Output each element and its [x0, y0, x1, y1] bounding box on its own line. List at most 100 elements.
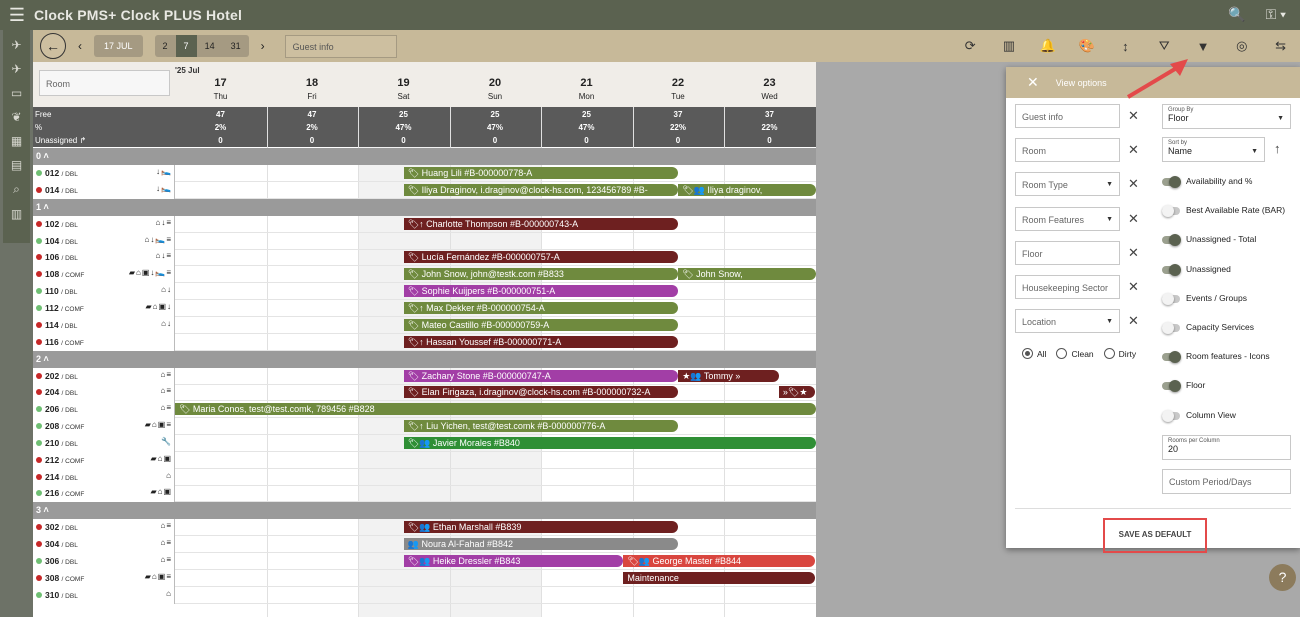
calendar-icon[interactable]: ▦	[11, 134, 22, 148]
room-label[interactable]: 302 / DBL ⌂≡	[33, 519, 175, 537]
booking-bar[interactable]: 🏷↑ Max Dekker #B-000000754-A	[403, 301, 679, 314]
room-label[interactable]: 204 / DBL ⌂≡	[33, 384, 175, 402]
toggle-switch[interactable]: Capacity Services	[1162, 321, 1292, 335]
sort-direction-icon[interactable]: ↑	[1274, 141, 1281, 156]
clear-filter-icon[interactable]: ✕	[1128, 142, 1139, 158]
booking-bar[interactable]: 👥 Noura Al-Fahad #B842	[403, 538, 679, 551]
booking-bar[interactable]: 🏷👥 Heike Dressler #B843	[403, 555, 624, 567]
floor-group-header[interactable]: 1 ˄	[33, 198, 816, 216]
group-by-select[interactable]: Group By Floor ▼	[1162, 104, 1291, 129]
custom-period-input[interactable]: Custom Period/Days	[1162, 469, 1291, 494]
bed-icon[interactable]: ▭	[11, 86, 22, 100]
clear-filter-icon[interactable]: ✕	[1128, 108, 1139, 124]
day-option-31[interactable]: 31	[222, 35, 249, 57]
booking-bar[interactable]: 🏷 Lucía Fernández #B-000000757-A	[403, 251, 679, 264]
day-option-7[interactable]: 7	[175, 35, 197, 57]
leaf-icon[interactable]: ❦	[11, 110, 21, 124]
guest-search-input[interactable]: Guest info	[284, 34, 397, 58]
booking-bar[interactable]: 🏷👥 Javier Morales #B840	[403, 436, 816, 449]
floor-group-header[interactable]: 0 ˄	[33, 148, 816, 165]
toggle-switch[interactable]: Floor	[1162, 379, 1292, 393]
toggle-switch[interactable]: Room features - Icons	[1162, 350, 1292, 364]
toggle-switch[interactable]: Events / Groups	[1162, 292, 1292, 306]
arrivals-icon[interactable]: ✈	[11, 38, 21, 52]
room-label[interactable]: 102 / DBL ⌂↓≡	[33, 215, 175, 233]
prev-icon[interactable]: ‹	[66, 39, 94, 53]
booking-bar[interactable]: 🏷↑ Hassan Youssef #B-000000771-A	[403, 335, 679, 348]
room-label[interactable]: 212 / COMF ▰⌂▣	[33, 451, 175, 469]
help-icon[interactable]: ?	[1269, 564, 1296, 591]
booking-bar[interactable]: 🏷 Huang Lili #B-000000778-A	[403, 167, 679, 179]
filter-input[interactable]: Room Type ▼	[1015, 172, 1120, 197]
booking-bar[interactable]: 🏷 Iliya Draginov, i.draginov@clock-hs.co…	[403, 183, 679, 196]
booking-bar[interactable]: 🏷 Maria Conos, test@test.comk, 789456 #B…	[175, 403, 816, 416]
columns-icon[interactable]: ▥	[990, 38, 1029, 54]
room-label[interactable]: 202 / DBL ⌂≡	[33, 367, 175, 385]
radio-all[interactable]: All	[1022, 348, 1046, 359]
clear-filter-icon[interactable]: ✕	[1128, 245, 1139, 261]
filter-input[interactable]: Room Features ▼	[1015, 206, 1120, 231]
room-label[interactable]: 108 / COMF ▰⌂▣↓🛌≡	[33, 266, 175, 284]
room-label[interactable]: 116 / COMF	[33, 333, 175, 351]
room-label[interactable]: 304 / DBL ⌂≡	[33, 536, 175, 554]
booking-bar[interactable]: 🏷👥 Ethan Marshall #B839	[403, 521, 679, 534]
room-label[interactable]: 308 / COMF ▰⌂▣≡	[33, 569, 175, 587]
toggle-switch[interactable]: Column View	[1162, 409, 1292, 423]
booking-bar[interactable]: 🏷 Elan Firigaza, i.draginov@clock-hs.com…	[403, 386, 679, 399]
search-icon[interactable]: ⌕	[13, 182, 20, 197]
room-label[interactable]: 114 / DBL ⌂↓	[33, 316, 175, 334]
toggle-switch[interactable]: Best Available Rate (BAR)	[1162, 204, 1292, 218]
menu-icon[interactable]: ☰	[0, 5, 34, 26]
day-option-14[interactable]: 14	[196, 35, 223, 57]
booking-bar[interactable]: 🏷👥 Iliya draginov,	[678, 183, 816, 196]
departures-icon[interactable]: ✈	[11, 62, 21, 76]
room-label[interactable]: 014 / DBL ↓🛌	[33, 181, 175, 199]
room-label[interactable]: 012 / DBL ↓🛌	[33, 165, 175, 182]
date-button[interactable]: 17 JUL	[94, 35, 143, 57]
filter-input[interactable]: Guest info	[1015, 104, 1120, 128]
target-icon[interactable]: ◎	[1222, 38, 1261, 54]
booking-bar[interactable]: 🏷 Mateo Castillo #B-000000759-A	[403, 318, 679, 331]
room-label[interactable]: 214 / DBL ⌂	[33, 468, 175, 486]
swap-icon[interactable]: ⇆	[1261, 38, 1300, 54]
search-icon[interactable]: 🔍	[1228, 6, 1245, 23]
sort-by-select[interactable]: Sort by Name ▼	[1162, 137, 1265, 162]
booking-bar[interactable]: 🏷👥 George Master #B844	[623, 555, 816, 567]
clear-filter-icon[interactable]: ✕	[1128, 279, 1139, 295]
clear-filter-icon[interactable]: ✕	[1128, 211, 1139, 227]
room-label[interactable]: 208 / COMF ▰⌂▣≡	[33, 418, 175, 436]
room-label[interactable]: 306 / DBL ⌂≡	[33, 553, 175, 570]
room-search-input[interactable]: Room	[39, 70, 170, 96]
bell-plus-icon[interactable]: 🔔	[1028, 38, 1067, 54]
clear-filter-icon[interactable]: ✕	[1128, 313, 1139, 329]
clear-filter-icon[interactable]: ✕	[1128, 176, 1139, 192]
booking-bar[interactable]: 🏷↑ Charlotte Thompson #B-000000743-A	[403, 217, 679, 230]
booking-bar[interactable]: 🏷 Zachary Stone #B-000000747-A	[403, 369, 679, 382]
booking-bar[interactable]: Maintenance	[623, 571, 816, 584]
save-default-button[interactable]: SAVE AS DEFAULT	[1103, 518, 1207, 553]
booking-bar[interactable]: ★👥 Tommy »	[678, 369, 779, 382]
key-icon[interactable]: ⚿ ▾	[1266, 6, 1286, 23]
booking-bar[interactable]: 🏷 John Snow,	[678, 268, 816, 281]
booking-bar[interactable]: 🏷↑ Liu Yichen, test@test.comk #B-0000007…	[403, 420, 679, 433]
room-label[interactable]: 210 / DBL 🔧	[33, 434, 175, 452]
filter-input[interactable]: Location ▼	[1015, 309, 1120, 334]
refresh-icon[interactable]: ⟳	[951, 38, 990, 54]
booking-bar[interactable]: 🏷 John Snow, john@testk.com #B833	[403, 268, 679, 281]
filter-input[interactable]: Room	[1015, 138, 1120, 163]
room-label[interactable]: 106 / DBL ⌂↓≡	[33, 249, 175, 267]
filter-input[interactable]: Housekeeping Sector	[1015, 275, 1120, 299]
day-option-2[interactable]: 2	[154, 35, 176, 57]
rooms-per-column-input[interactable]: Rooms per Column 20	[1162, 435, 1291, 460]
room-label[interactable]: 104 / DBL ⌂↓🛌≡	[33, 232, 175, 250]
booking-bar[interactable]: 🏷 Sophie Kuijpers #B-000000751-A	[403, 285, 679, 298]
room-label[interactable]: 110 / DBL ⌂↓	[33, 283, 175, 301]
floor-group-header[interactable]: 2 ˄	[33, 350, 816, 368]
radio-dirty[interactable]: Dirty	[1103, 348, 1136, 359]
booking-bar[interactable]: »🏷★	[778, 386, 816, 399]
room-label[interactable]: 310 / DBL ⌂	[33, 586, 175, 604]
toggle-switch[interactable]: Availability and %	[1162, 175, 1292, 189]
radio-clean[interactable]: Clean	[1056, 348, 1094, 359]
toggle-switch[interactable]: Unassigned	[1162, 263, 1292, 277]
floor-group-header[interactable]: 3 ˄	[33, 502, 816, 520]
